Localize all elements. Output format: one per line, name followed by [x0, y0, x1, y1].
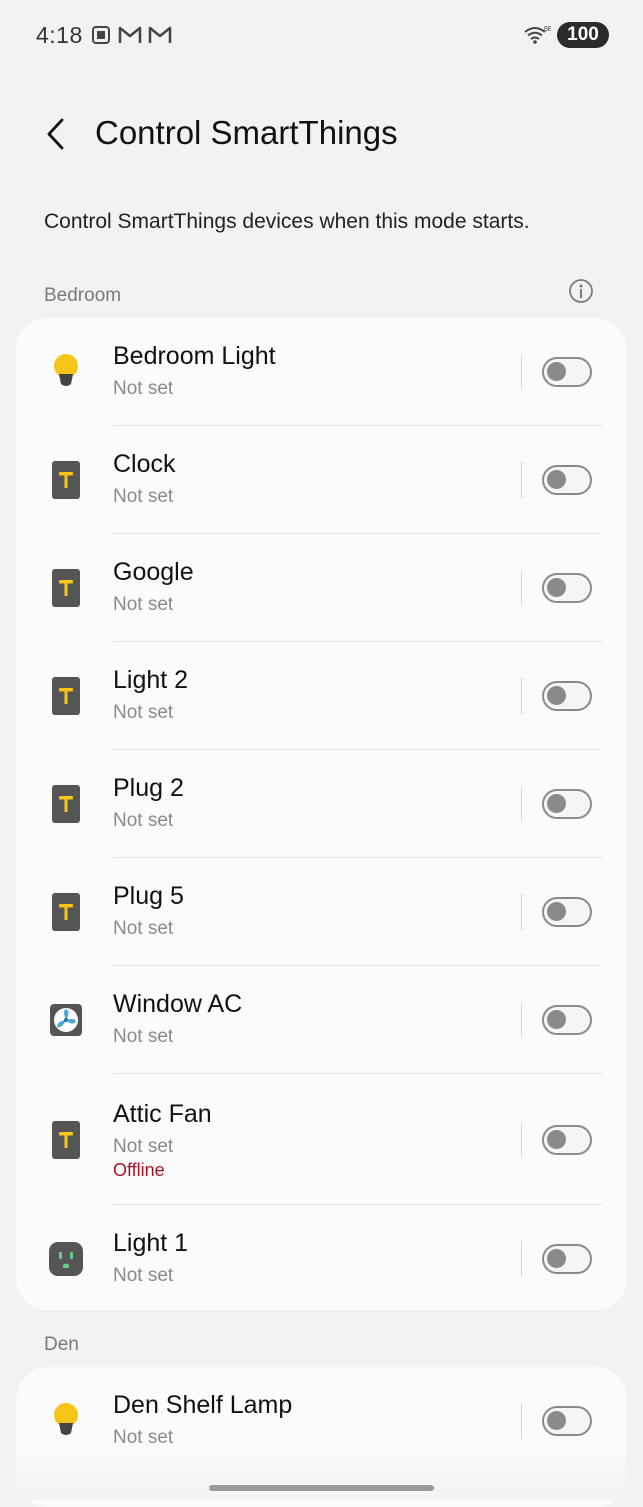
device-row[interactable]: Bedroom Light Not set	[16, 318, 627, 426]
back-button[interactable]	[34, 112, 78, 156]
toggle-knob	[547, 1130, 566, 1149]
row-divider	[521, 1122, 522, 1158]
device-row[interactable]: Plug 5 Not set	[16, 858, 627, 966]
page-title: Control SmartThings	[95, 114, 398, 151]
device-status: Not set	[113, 594, 174, 615]
device-status: Not set	[113, 378, 174, 399]
device-toggle[interactable]	[542, 681, 592, 711]
device-name: Window AC	[113, 990, 243, 1018]
device-row[interactable]: Light 1 Not set	[16, 1205, 627, 1310]
device-toggle[interactable]	[542, 573, 592, 603]
device-status: Not set	[113, 702, 174, 723]
bulb-icon	[46, 1401, 86, 1441]
device-row[interactable]: Google Not set	[16, 534, 627, 642]
toggle-knob	[547, 1010, 566, 1029]
row-divider	[521, 786, 522, 822]
offline-label: Offline	[113, 1160, 165, 1180]
device-status: Not set	[113, 918, 174, 939]
device-status: Not set	[113, 1026, 174, 1047]
device-toggle[interactable]	[542, 1005, 592, 1035]
device-name: Light 2	[113, 666, 189, 694]
device-toggle[interactable]	[542, 1244, 592, 1274]
bulb-icon	[46, 352, 86, 392]
device-status: Not set	[113, 1427, 174, 1448]
device-name: Den Shelf Lamp	[113, 1391, 293, 1419]
device-name: Plug 5	[113, 882, 184, 910]
toggle-knob	[547, 578, 566, 597]
gmail-icon	[118, 26, 142, 43]
light-switch-icon	[46, 460, 86, 500]
wifi-6e-icon: 6E	[524, 26, 551, 44]
battery-level: 100	[557, 22, 609, 48]
description: Control SmartThings devices when this mo…	[44, 210, 530, 233]
row-divider	[521, 678, 522, 714]
info-icon[interactable]	[568, 278, 594, 304]
device-row[interactable]: Clock Not set	[16, 426, 627, 534]
section-header-den: Den	[44, 1334, 79, 1355]
device-status: Not set	[113, 1265, 174, 1286]
light-switch-icon	[46, 1120, 86, 1160]
fan-icon	[46, 1000, 86, 1040]
light-switch-icon	[46, 568, 86, 608]
toggle-knob	[547, 1411, 566, 1430]
status-bar: 4:18 6E 100	[0, 0, 643, 72]
notification-icons	[90, 24, 172, 46]
toggle-knob	[547, 902, 566, 921]
chevron-left-icon	[47, 118, 64, 150]
outlet-icon	[46, 1239, 86, 1279]
device-name: Bedroom Light	[113, 342, 276, 370]
device-row[interactable]: Light 2 Not set	[16, 642, 627, 750]
device-name: Light 1	[113, 1229, 189, 1257]
device-name: Attic Fan	[113, 1100, 212, 1128]
light-switch-icon	[46, 892, 86, 932]
gmail-icon	[148, 26, 172, 43]
device-row[interactable]: Attic Fan Not set Offline	[16, 1074, 627, 1205]
toggle-knob	[547, 362, 566, 381]
device-status: Not set	[113, 486, 174, 507]
device-toggle[interactable]	[542, 789, 592, 819]
device-card-bedroom: Bedroom Light Not set Clock Not set Google No…	[16, 318, 627, 1310]
device-row[interactable]: Plug 2 Not set	[16, 750, 627, 858]
status-time: 4:18	[36, 22, 83, 48]
device-toggle[interactable]	[542, 897, 592, 927]
device-status: Not set	[113, 810, 174, 831]
device-name: Plug 2	[113, 774, 184, 802]
row-divider	[521, 354, 522, 390]
row-divider	[521, 894, 522, 930]
device-row[interactable]: Window AC Not set	[16, 966, 627, 1074]
toggle-knob	[547, 470, 566, 489]
device-toggle[interactable]	[542, 357, 592, 387]
row-divider	[521, 462, 522, 498]
device-row[interactable]: Den Shelf Lamp Not set	[16, 1367, 627, 1472]
toggle-knob	[547, 686, 566, 705]
device-toggle[interactable]	[542, 1125, 592, 1155]
row-divider	[521, 1241, 522, 1277]
device-toggle[interactable]	[542, 1406, 592, 1436]
device-toggle[interactable]	[542, 465, 592, 495]
home-indicator[interactable]	[209, 1485, 434, 1491]
toggle-knob	[547, 794, 566, 813]
toggle-knob	[547, 1249, 566, 1268]
row-divider	[521, 1403, 522, 1439]
light-switch-icon	[46, 676, 86, 716]
svg-text:6E: 6E	[544, 26, 551, 33]
header: Control SmartThings	[0, 100, 643, 170]
device-name: Clock	[113, 450, 176, 478]
row-divider	[521, 570, 522, 606]
light-switch-icon	[46, 784, 86, 824]
system-icons: 6E 100	[523, 22, 609, 48]
screenshot-icon	[92, 26, 110, 44]
device-status: Not set	[113, 1136, 174, 1157]
device-name: Google	[113, 558, 194, 586]
row-divider	[521, 1002, 522, 1038]
section-header-bedroom: Bedroom	[44, 285, 122, 306]
